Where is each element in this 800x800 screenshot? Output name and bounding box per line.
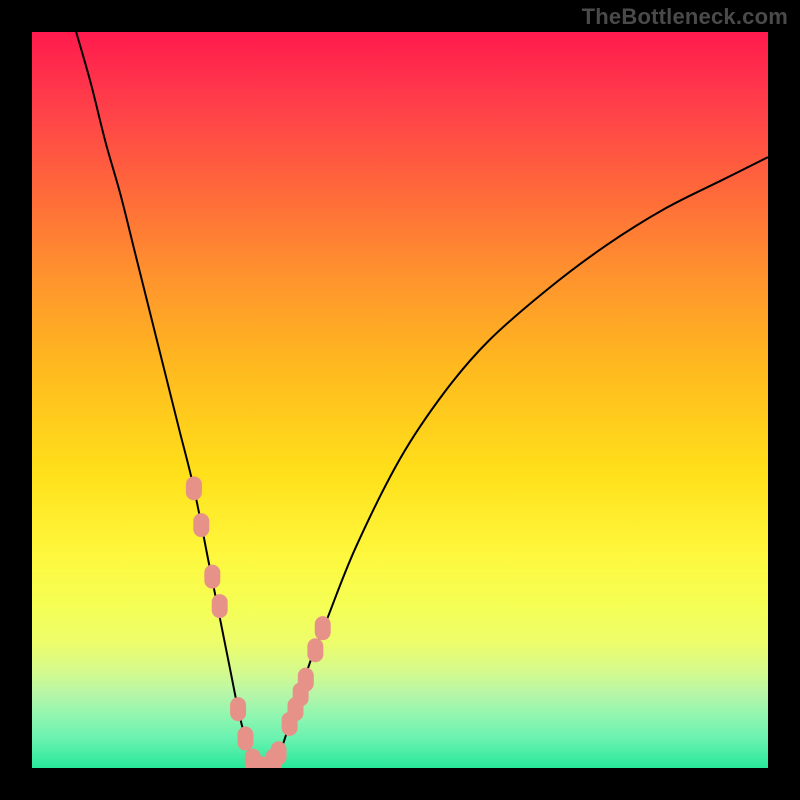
marker-group (186, 476, 331, 768)
highlight-marker (237, 727, 253, 751)
bottleneck-curve (76, 32, 768, 768)
highlight-marker (204, 565, 220, 589)
curve-group (76, 32, 768, 768)
highlight-marker (230, 697, 246, 721)
plot-area (32, 32, 768, 768)
highlight-marker (307, 638, 323, 662)
highlight-marker (315, 616, 331, 640)
highlight-marker (186, 476, 202, 500)
highlight-marker (212, 594, 228, 618)
highlight-marker (193, 513, 209, 537)
highlight-marker (298, 668, 314, 692)
highlight-marker (271, 741, 287, 765)
chart-svg (32, 32, 768, 768)
watermark-text: TheBottleneck.com (582, 4, 788, 30)
chart-frame: TheBottleneck.com (0, 0, 800, 800)
